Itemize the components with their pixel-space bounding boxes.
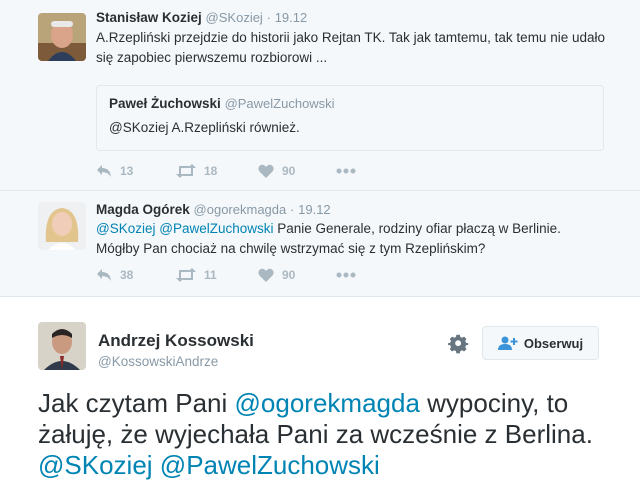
- main-tweet-text: Jak czytam Pani @ogorekmagda wypociny, t…: [38, 388, 618, 481]
- tweet-date[interactable]: 19.12: [275, 10, 308, 25]
- quoted-display-name: Paweł Żuchowski: [109, 96, 221, 111]
- reply-icon: [97, 165, 111, 177]
- tweet-date[interactable]: 19.12: [298, 202, 331, 217]
- mention-link[interactable]: @ogorekmagda: [235, 388, 420, 418]
- reply-action[interactable]: 13: [96, 161, 133, 181]
- avatar-kossowski-image: [38, 322, 86, 370]
- author-name[interactable]: Stanisław Koziej @SKoziej · 19.12: [96, 10, 307, 25]
- author-name[interactable]: Magda Ogórek @ogorekmagda · 19.12: [96, 202, 331, 217]
- mention-link[interactable]: @SKoziej: [96, 221, 155, 236]
- divider: [0, 190, 640, 191]
- author-display-name[interactable]: Magda Ogórek: [96, 202, 190, 217]
- avatar[interactable]: [38, 13, 86, 61]
- add-user-icon: [497, 336, 518, 350]
- retweet-count: 11: [204, 268, 217, 282]
- avatar-koziej-image: [38, 13, 86, 61]
- like-count: 90: [282, 268, 296, 282]
- avatar[interactable]: [38, 322, 86, 370]
- retweet-action[interactable]: 18: [176, 161, 217, 181]
- tweet-koziej[interactable]: Stanisław Koziej @SKoziej · 19.12 A.Rzep…: [0, 0, 640, 190]
- retweet-icon: [176, 268, 196, 282]
- follow-button-label: Obserwuj: [523, 335, 584, 351]
- retweet-icon: [176, 164, 196, 178]
- avatar-ogorek-image: [38, 202, 86, 250]
- author-display-name[interactable]: Andrzej Kossowski: [98, 331, 254, 351]
- follow-button[interactable]: Obserwuj: [482, 326, 599, 360]
- more-dots-icon: [336, 168, 356, 174]
- more-action[interactable]: [336, 265, 356, 285]
- like-action[interactable]: 90: [258, 265, 295, 285]
- reply-count: 13: [120, 164, 134, 178]
- mention-link[interactable]: @PawelZuchowski: [160, 450, 380, 480]
- mention-link[interactable]: @PawelZuchowski: [159, 221, 273, 236]
- quoted-tweet[interactable]: Paweł Żuchowski @PawelZuchowski @SKoziej…: [96, 85, 604, 151]
- author-handle[interactable]: @SKoziej: [206, 10, 263, 25]
- gear-icon[interactable]: [448, 334, 470, 356]
- separator-dot: ·: [290, 202, 295, 217]
- heart-icon: [258, 164, 274, 178]
- retweet-action[interactable]: 11: [176, 265, 217, 285]
- avatar[interactable]: [38, 202, 86, 250]
- quoted-text: @SKoziej A.Rzepliński również.: [109, 120, 300, 135]
- quoted-handle: @PawelZuchowski: [224, 96, 335, 111]
- tweet-text-line: Panie Generale, rodziny ofiar płaczą w B…: [273, 221, 561, 236]
- retweet-count: 18: [204, 164, 218, 178]
- author-display-name[interactable]: Stanisław Koziej: [96, 10, 202, 25]
- more-dots-icon: [336, 272, 356, 278]
- reply-icon: [97, 269, 111, 281]
- quoted-author[interactable]: Paweł Żuchowski @PawelZuchowski: [109, 96, 335, 111]
- tweet-text-line: Mógłby Pan chociaż na chwilę wstrzymać s…: [96, 241, 486, 256]
- author-handle[interactable]: @KossowskiAndrze: [98, 354, 218, 369]
- reply-count: 38: [120, 268, 134, 282]
- like-action[interactable]: 90: [258, 161, 295, 181]
- like-count: 90: [282, 164, 296, 178]
- tweet-text: @SKoziej @PawelZuchowski Panie Generale,…: [96, 219, 626, 259]
- mention-link[interactable]: @SKoziej: [38, 450, 153, 480]
- reply-action[interactable]: 38: [96, 265, 133, 285]
- tweet-text: A.Rzepliński przejdzie do historii jako …: [96, 30, 605, 65]
- author-handle[interactable]: @ogorekmagda: [194, 202, 287, 217]
- heart-icon: [258, 268, 274, 282]
- tweet-ogorek[interactable]: Magda Ogórek @ogorekmagda · 19.12 @SKozi…: [0, 192, 640, 296]
- more-action[interactable]: [336, 161, 356, 181]
- tweet-text-segment: Jak czytam Pani: [38, 388, 235, 418]
- separator-dot: ·: [266, 10, 271, 25]
